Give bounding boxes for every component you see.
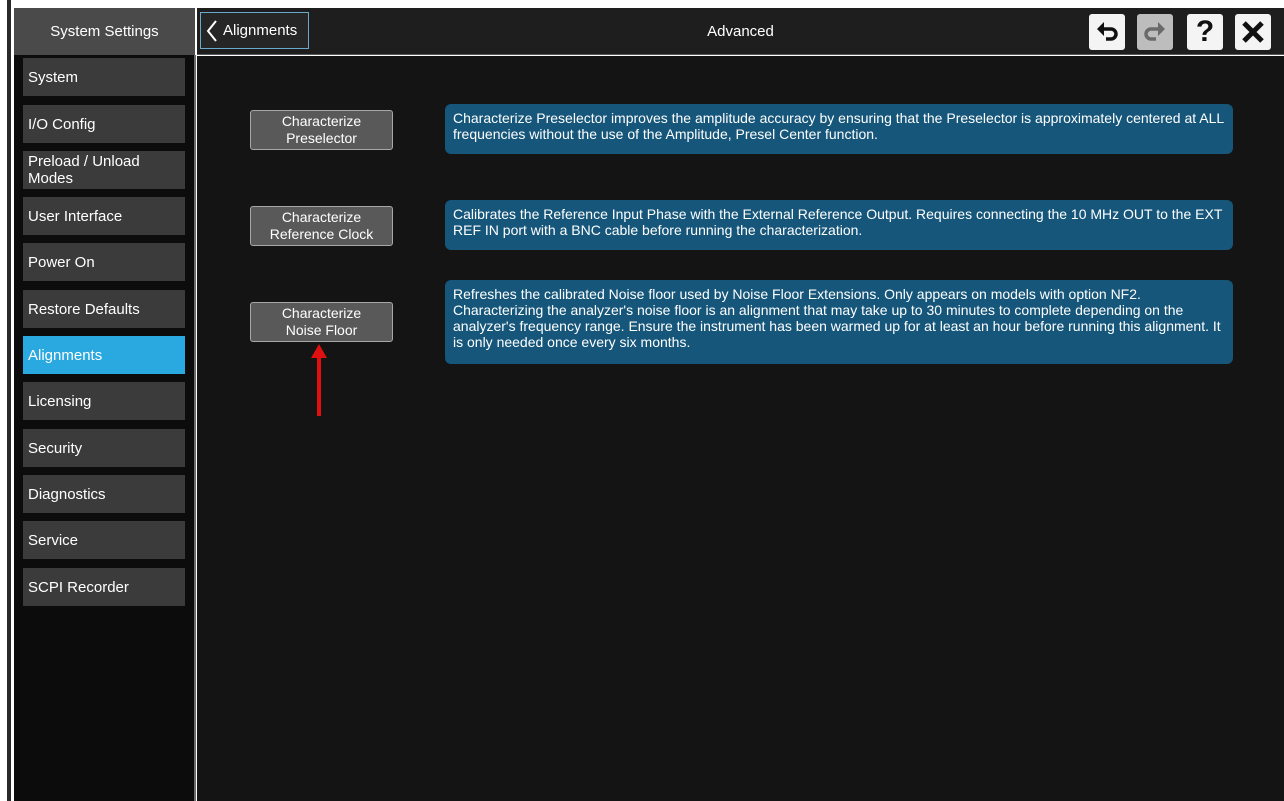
redo-icon	[1144, 22, 1165, 41]
sidebar-item-label: Preload / Unload Modes	[28, 153, 140, 187]
annotation-arrow-icon	[311, 344, 327, 416]
button-label-line1: Characterize	[281, 305, 362, 321]
characterize-reference-clock-button[interactable]: Characterize Reference Clock	[250, 206, 393, 246]
reference-clock-description: Calibrates the Reference Input Phase wit…	[445, 200, 1233, 250]
button-label-line1: Characterize	[281, 209, 362, 225]
sidebar: System I/O Config Preload / Unload Modes…	[14, 55, 196, 801]
undo-button[interactable]	[1089, 14, 1125, 50]
sidebar-item-licensing[interactable]: Licensing	[23, 382, 185, 420]
redo-button[interactable]	[1137, 14, 1173, 50]
chevron-left-icon	[201, 12, 223, 49]
help-button[interactable]: ?	[1187, 14, 1223, 50]
sidebar-item-user-interface[interactable]: User Interface	[23, 197, 185, 235]
button-label-line2: Reference Clock	[269, 226, 374, 242]
noise-floor-description: Refreshes the calibrated Noise floor use…	[445, 280, 1233, 364]
button-label-line2: Preselector	[286, 130, 357, 146]
sidebar-item-restore-defaults[interactable]: Restore Defaults	[23, 290, 185, 328]
back-button[interactable]: Alignments	[200, 12, 309, 49]
sidebar-item-security[interactable]: Security	[23, 429, 185, 467]
sidebar-item-service[interactable]: Service	[23, 521, 185, 559]
sidebar-item-diagnostics[interactable]: Diagnostics	[23, 475, 185, 513]
back-button-label: Alignments	[223, 22, 298, 39]
sidebar-header: System Settings	[14, 8, 195, 55]
button-label-line1: Characterize	[281, 113, 362, 129]
left-edge	[0, 0, 12, 801]
main-panel: Characterize Preselector Characterize Pr…	[197, 56, 1284, 801]
close-button[interactable]	[1235, 14, 1271, 50]
characterize-noise-floor-button[interactable]: Characterize Noise Floor	[250, 302, 393, 342]
sidebar-item-preload-unload-modes[interactable]: Preload / Unload Modes	[23, 151, 185, 189]
top-bar: Advanced Alignments ?	[197, 8, 1284, 55]
characterize-preselector-button[interactable]: Characterize Preselector	[250, 110, 393, 150]
sidebar-item-alignments[interactable]: Alignments	[23, 336, 185, 374]
sidebar-item-scpi-recorder[interactable]: SCPI Recorder	[23, 568, 185, 606]
help-icon: ?	[1195, 15, 1215, 48]
sidebar-item-power-on[interactable]: Power On	[23, 243, 185, 281]
button-label-line2: Noise Floor	[285, 322, 358, 338]
close-icon	[1242, 21, 1264, 43]
left-edge-line	[7, 0, 11, 801]
sidebar-item-io-config[interactable]: I/O Config	[23, 105, 185, 143]
sidebar-item-system[interactable]: System	[23, 58, 185, 96]
preselector-description: Characterize Preselector improves the am…	[445, 104, 1233, 154]
undo-icon	[1097, 22, 1118, 41]
